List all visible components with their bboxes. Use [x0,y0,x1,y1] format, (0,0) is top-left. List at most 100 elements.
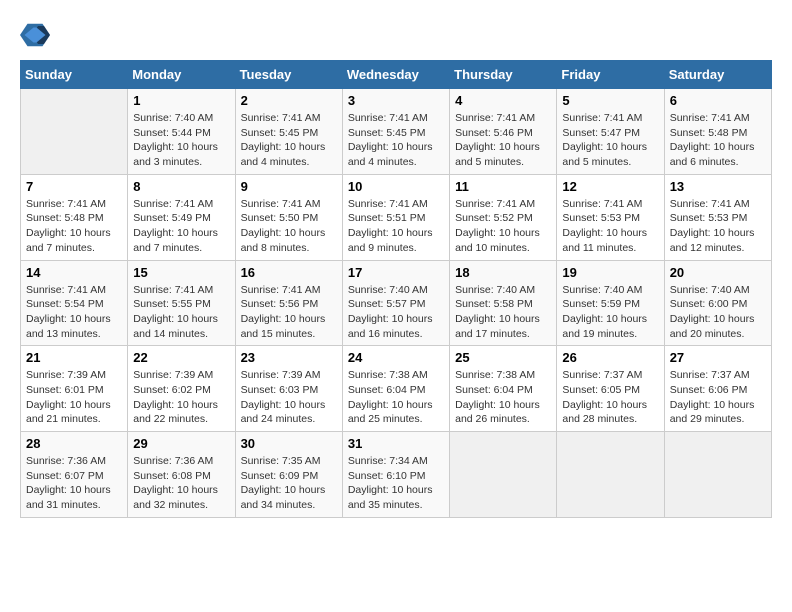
calendar-cell: 25 Sunrise: 7:38 AM Sunset: 6:04 PM Dayli… [450,346,557,432]
calendar-cell [21,89,128,175]
calendar-week-row: 7Sunrise: 7:41 AM Sunset: 5:48 PM Daylig… [21,174,772,260]
calendar-cell: 27 Sunrise: 7:37 AM Sunset: 6:06 PM Dayli… [664,346,771,432]
day-number: 30 [241,436,337,451]
day-number: 18 [455,265,551,280]
calendar-cell: 6Sunrise: 7:41 AM Sunset: 5:48 PM Daylig… [664,89,771,175]
calendar-week-row: 21 Sunrise: 7:39 AM Sunset: 6:01 PM Dayli… [21,346,772,432]
calendar-cell: 19Sunrise: 7:40 AM Sunset: 5:59 PM Dayli… [557,260,664,346]
day-number: 27 [670,350,766,365]
day-info: Sunrise: 7:41 AM Sunset: 5:54 PM Dayligh… [26,283,122,342]
calendar-week-row: 28 Sunrise: 7:36 AM Sunset: 6:07 PM Dayli… [21,432,772,518]
calendar-cell: 8 Sunrise: 7:41 AM Sunset: 5:49 PM Daylig… [128,174,235,260]
day-number: 26 [562,350,658,365]
calendar-week-row: 1Sunrise: 7:40 AM Sunset: 5:44 PM Daylig… [21,89,772,175]
calendar-cell: 26 Sunrise: 7:37 AM Sunset: 6:05 PM Dayli… [557,346,664,432]
calendar-table: SundayMondayTuesdayWednesdayThursdayFrid… [20,60,772,518]
day-info: Sunrise: 7:41 AM Sunset: 5:46 PM Dayligh… [455,111,551,170]
day-number: 14 [26,265,122,280]
calendar-cell: 10Sunrise: 7:41 AM Sunset: 5:51 PM Dayli… [342,174,449,260]
day-info: Sunrise: 7:37 AM Sunset: 6:05 PM Dayligh… [562,368,658,427]
day-header-monday: Monday [128,61,235,89]
day-number: 4 [455,93,551,108]
calendar-cell: 21 Sunrise: 7:39 AM Sunset: 6:01 PM Dayli… [21,346,128,432]
calendar-cell: 1Sunrise: 7:40 AM Sunset: 5:44 PM Daylig… [128,89,235,175]
day-header-wednesday: Wednesday [342,61,449,89]
calendar-cell: 12 Sunrise: 7:41 AM Sunset: 5:53 PM Dayli… [557,174,664,260]
calendar-cell: 20Sunrise: 7:40 AM Sunset: 6:00 PM Dayli… [664,260,771,346]
day-info: Sunrise: 7:41 AM Sunset: 5:53 PM Dayligh… [670,197,766,256]
day-info: Sunrise: 7:41 AM Sunset: 5:48 PM Dayligh… [26,197,122,256]
day-info: Sunrise: 7:40 AM Sunset: 5:57 PM Dayligh… [348,283,444,342]
day-info: Sunrise: 7:38 AM Sunset: 6:04 PM Dayligh… [455,368,551,427]
calendar-cell: 11Sunrise: 7:41 AM Sunset: 5:52 PM Dayli… [450,174,557,260]
logo-icon [20,20,50,50]
day-info: Sunrise: 7:38 AM Sunset: 6:04 PM Dayligh… [348,368,444,427]
calendar-cell: 5 Sunrise: 7:41 AM Sunset: 5:47 PM Daylig… [557,89,664,175]
day-info: Sunrise: 7:41 AM Sunset: 5:53 PM Dayligh… [562,197,658,256]
day-number: 16 [241,265,337,280]
day-number: 21 [26,350,122,365]
day-info: Sunrise: 7:37 AM Sunset: 6:06 PM Dayligh… [670,368,766,427]
day-header-tuesday: Tuesday [235,61,342,89]
calendar-cell: 22 Sunrise: 7:39 AM Sunset: 6:02 PM Dayli… [128,346,235,432]
calendar-cell: 30 Sunrise: 7:35 AM Sunset: 6:09 PM Dayli… [235,432,342,518]
day-number: 22 [133,350,229,365]
day-info: Sunrise: 7:41 AM Sunset: 5:51 PM Dayligh… [348,197,444,256]
day-number: 25 [455,350,551,365]
day-number: 1 [133,93,229,108]
calendar-cell: 16 Sunrise: 7:41 AM Sunset: 5:56 PM Dayli… [235,260,342,346]
day-info: Sunrise: 7:41 AM Sunset: 5:55 PM Dayligh… [133,283,229,342]
calendar-cell: 2 Sunrise: 7:41 AM Sunset: 5:45 PM Daylig… [235,89,342,175]
day-info: Sunrise: 7:39 AM Sunset: 6:02 PM Dayligh… [133,368,229,427]
day-info: Sunrise: 7:41 AM Sunset: 5:52 PM Dayligh… [455,197,551,256]
day-info: Sunrise: 7:41 AM Sunset: 5:45 PM Dayligh… [348,111,444,170]
calendar-body: 1Sunrise: 7:40 AM Sunset: 5:44 PM Daylig… [21,89,772,518]
day-info: Sunrise: 7:34 AM Sunset: 6:10 PM Dayligh… [348,454,444,513]
day-info: Sunrise: 7:35 AM Sunset: 6:09 PM Dayligh… [241,454,337,513]
day-number: 17 [348,265,444,280]
day-info: Sunrise: 7:41 AM Sunset: 5:56 PM Dayligh… [241,283,337,342]
day-number: 20 [670,265,766,280]
day-header-saturday: Saturday [664,61,771,89]
day-info: Sunrise: 7:41 AM Sunset: 5:47 PM Dayligh… [562,111,658,170]
day-info: Sunrise: 7:40 AM Sunset: 5:59 PM Dayligh… [562,283,658,342]
day-number: 29 [133,436,229,451]
calendar-cell [557,432,664,518]
calendar-cell: 4 Sunrise: 7:41 AM Sunset: 5:46 PM Daylig… [450,89,557,175]
calendar-cell: 14 Sunrise: 7:41 AM Sunset: 5:54 PM Dayli… [21,260,128,346]
calendar-cell: 29 Sunrise: 7:36 AM Sunset: 6:08 PM Dayli… [128,432,235,518]
calendar-cell: 23 Sunrise: 7:39 AM Sunset: 6:03 PM Dayli… [235,346,342,432]
day-number: 28 [26,436,122,451]
day-number: 2 [241,93,337,108]
day-number: 31 [348,436,444,451]
day-header-sunday: Sunday [21,61,128,89]
day-info: Sunrise: 7:39 AM Sunset: 6:03 PM Dayligh… [241,368,337,427]
day-number: 9 [241,179,337,194]
day-header-friday: Friday [557,61,664,89]
day-info: Sunrise: 7:36 AM Sunset: 6:07 PM Dayligh… [26,454,122,513]
logo [20,20,54,50]
calendar-cell: 13Sunrise: 7:41 AM Sunset: 5:53 PM Dayli… [664,174,771,260]
day-info: Sunrise: 7:41 AM Sunset: 5:48 PM Dayligh… [670,111,766,170]
day-info: Sunrise: 7:36 AM Sunset: 6:08 PM Dayligh… [133,454,229,513]
day-info: Sunrise: 7:41 AM Sunset: 5:49 PM Dayligh… [133,197,229,256]
calendar-cell: 24 Sunrise: 7:38 AM Sunset: 6:04 PM Dayli… [342,346,449,432]
day-info: Sunrise: 7:41 AM Sunset: 5:45 PM Dayligh… [241,111,337,170]
day-info: Sunrise: 7:40 AM Sunset: 5:58 PM Dayligh… [455,283,551,342]
calendar-cell [450,432,557,518]
calendar-cell: 7Sunrise: 7:41 AM Sunset: 5:48 PM Daylig… [21,174,128,260]
day-number: 5 [562,93,658,108]
day-number: 23 [241,350,337,365]
calendar-week-row: 14 Sunrise: 7:41 AM Sunset: 5:54 PM Dayli… [21,260,772,346]
day-info: Sunrise: 7:41 AM Sunset: 5:50 PM Dayligh… [241,197,337,256]
calendar-cell: 3Sunrise: 7:41 AM Sunset: 5:45 PM Daylig… [342,89,449,175]
day-number: 12 [562,179,658,194]
day-number: 24 [348,350,444,365]
day-info: Sunrise: 7:39 AM Sunset: 6:01 PM Dayligh… [26,368,122,427]
calendar-cell: 9 Sunrise: 7:41 AM Sunset: 5:50 PM Daylig… [235,174,342,260]
calendar-cell: 28 Sunrise: 7:36 AM Sunset: 6:07 PM Dayli… [21,432,128,518]
day-number: 8 [133,179,229,194]
calendar-cell: 18 Sunrise: 7:40 AM Sunset: 5:58 PM Dayli… [450,260,557,346]
calendar-cell: 31 Sunrise: 7:34 AM Sunset: 6:10 PM Dayli… [342,432,449,518]
day-header-thursday: Thursday [450,61,557,89]
